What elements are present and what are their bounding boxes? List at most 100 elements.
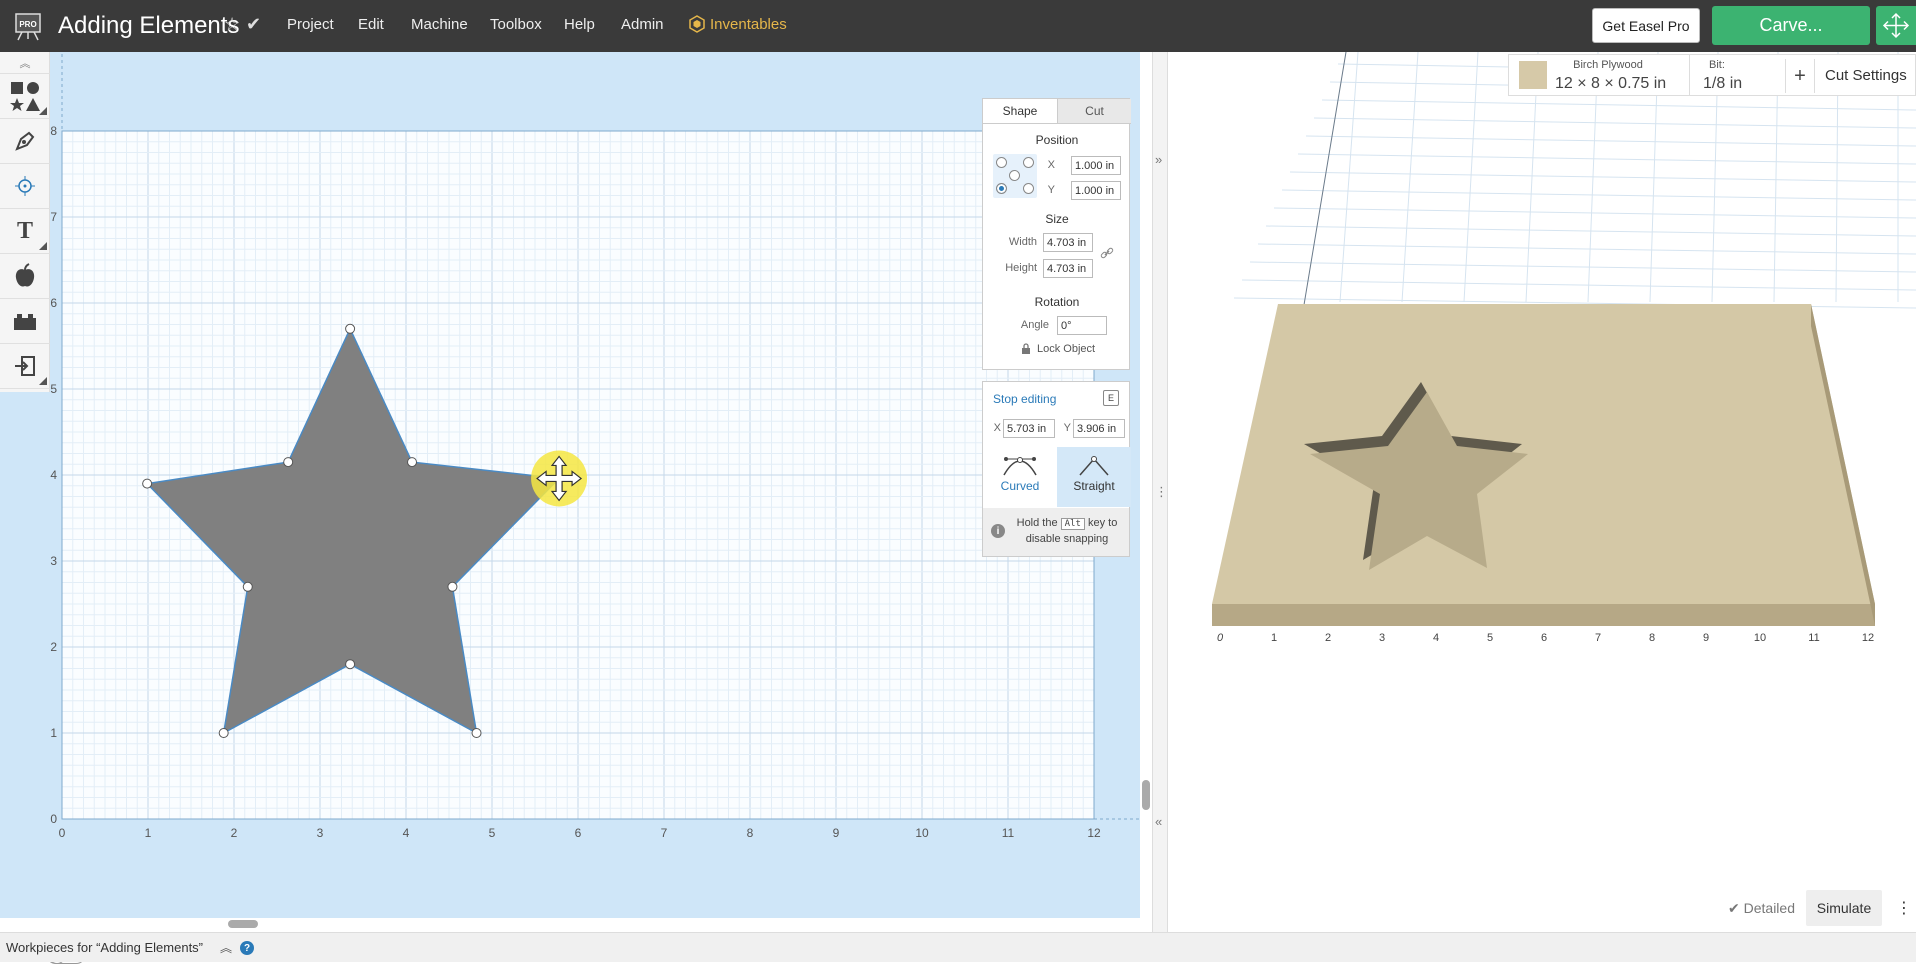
preview-x-tick-label: 7 (1595, 632, 1601, 644)
detailed-label: Detailed (1743, 900, 1795, 916)
node-edit-panel: Stop editing E X Y Curved Straight i Hol… (982, 381, 1131, 557)
preview-x-tick-label: 9 (1703, 632, 1709, 644)
position-title: Position (1035, 133, 1079, 147)
pen-icon (15, 131, 35, 151)
collapse-toolbar-button[interactable]: ︽ (0, 52, 50, 74)
x-tick-label: 2 (231, 826, 238, 840)
design-canvas[interactable]: 0123456789101112012345678 inch mm − + (0, 52, 1140, 964)
menu-machine[interactable]: Machine (411, 16, 468, 33)
preview-panel[interactable]: 0 1 2 3 4 5 6 7 8 9 10 11 12 (1168, 52, 1916, 932)
node-handle (447, 581, 458, 592)
project-title[interactable]: Adding Elements (58, 12, 239, 40)
panel-divider[interactable]: » ⋮ « (1152, 52, 1168, 932)
stop-editing-link[interactable]: Stop editing (993, 392, 1056, 406)
inventables-link[interactable]: Inventables (710, 16, 787, 33)
curved-node-button[interactable]: Curved (983, 447, 1057, 507)
menu-toolbox[interactable]: Toolbox (490, 16, 542, 33)
width-input[interactable] (1043, 233, 1093, 252)
material-swatch[interactable] (1519, 61, 1547, 89)
pen-tool[interactable] (0, 119, 50, 164)
favorite-star-icon[interactable]: ☆ (224, 14, 240, 35)
text-icon: T (16, 217, 33, 244)
material-dimensions[interactable]: 12 × 8 × 0.75 in (1555, 75, 1666, 93)
icons-tool[interactable] (0, 254, 50, 299)
tool-bar: ︽ T (0, 52, 50, 392)
x-tick-label: 0 (59, 826, 66, 840)
position-y-input[interactable] (1071, 181, 1121, 200)
workpieces-label[interactable]: Workpieces for “Adding Elements” (6, 940, 203, 955)
alt-key-badge: Alt (1060, 518, 1085, 530)
cut-settings-button[interactable]: Cut Settings (1825, 67, 1907, 84)
node-y-input[interactable] (1073, 419, 1125, 438)
workpieces-bar: Workpieces for “Adding Elements” ︽ ? (0, 932, 1916, 962)
expand-arrows-icon (1882, 12, 1910, 39)
anchor-top-left[interactable] (996, 157, 1007, 168)
text-tool[interactable]: T (0, 209, 50, 254)
carve-options-button[interactable] (1876, 6, 1916, 45)
position-x-input[interactable] (1071, 156, 1121, 175)
bit-size[interactable]: 1/8 in (1703, 75, 1742, 93)
x-tick-label: 6 (575, 826, 582, 840)
position-y-label: Y (1047, 184, 1055, 196)
angle-input[interactable] (1057, 316, 1107, 335)
preview-x-tick-label: 11 (1808, 632, 1819, 644)
lock-object-label: Lock Object (1037, 343, 1096, 355)
anchor-top-right[interactable] (1023, 157, 1034, 168)
saved-check-icon: ✔ (246, 14, 262, 34)
expand-right-icon[interactable]: » (1155, 152, 1162, 167)
position-x-label: X (1047, 159, 1055, 171)
easel-pro-logo[interactable]: PRO (12, 10, 44, 42)
x-tick-label: 11 (1002, 826, 1015, 840)
add-bit-button[interactable]: + (1785, 59, 1815, 93)
menu-project[interactable]: Project (287, 16, 334, 33)
y-tick-label: 7 (50, 210, 57, 224)
help-icon[interactable]: ? (240, 941, 254, 955)
canvas-grid[interactable]: 0 1 2 3 4 5 6 7 8 9 10 11 12012345678 (0, 52, 1140, 918)
x-tick-label: 5 (489, 826, 496, 840)
canvas-vertical-scrollbar[interactable] (1142, 780, 1150, 810)
board-front-face (1212, 604, 1875, 626)
chevron-up-icon[interactable]: ︽ (220, 939, 232, 956)
anchor-point-selector[interactable] (993, 154, 1037, 198)
menu-help[interactable]: Help (564, 16, 595, 33)
menu-admin[interactable]: Admin (621, 16, 664, 33)
3d-preview[interactable]: 0 1 2 3 4 5 6 7 8 9 10 11 12 (1168, 52, 1916, 932)
carve-button[interactable]: Carve... (1712, 6, 1870, 45)
anchor-bottom-right[interactable] (1023, 183, 1034, 194)
tab-shape[interactable]: Shape (983, 99, 1057, 124)
curved-node-icon (1003, 457, 1037, 476)
detailed-toggle[interactable]: ✔ Detailed (1728, 900, 1795, 917)
simulate-button[interactable]: Simulate (1806, 890, 1882, 926)
more-options-icon[interactable]: ⋮ (1896, 898, 1912, 918)
crosshair-icon (15, 176, 35, 196)
straight-node-button[interactable]: Straight (1057, 447, 1131, 507)
expand-left-icon[interactable]: « (1155, 814, 1162, 829)
canvas-horizontal-scrollbar[interactable] (228, 920, 258, 928)
check-icon: ✔ (1728, 900, 1740, 916)
x-tick-label: 9 (833, 826, 840, 840)
anchor-bottom-left[interactable] (996, 183, 1007, 194)
node-x-input[interactable] (1003, 419, 1055, 438)
tab-cut[interactable]: Cut (1057, 99, 1131, 124)
link-proportions-icon[interactable] (1099, 245, 1115, 261)
height-input[interactable] (1043, 259, 1093, 278)
snapping-hint-text: Hold the Alt key to disable snapping (1011, 516, 1123, 547)
svg-text:PRO: PRO (19, 20, 36, 29)
menu-edit[interactable]: Edit (358, 16, 384, 33)
point-tool[interactable] (0, 164, 50, 209)
anchor-center[interactable] (1009, 170, 1020, 181)
apple-icon (15, 263, 35, 287)
drag-handle-icon[interactable]: ⋮ (1155, 484, 1168, 500)
import-tool[interactable] (0, 344, 50, 389)
apps-tool[interactable] (0, 299, 50, 344)
rotation-title: Rotation (1034, 295, 1080, 309)
y-tick-label: 5 (50, 382, 57, 396)
y-tick-label: 2 (50, 640, 57, 654)
material-name[interactable]: Birch Plywood (1555, 59, 1661, 71)
shapes-tool[interactable] (0, 74, 50, 119)
preview-x-tick-label: 2 (1325, 632, 1331, 644)
get-easel-pro-button[interactable]: Get Easel Pro (1592, 8, 1700, 43)
lock-object-toggle[interactable]: Lock Object (1021, 343, 1095, 355)
node-handle (142, 478, 153, 489)
preview-x-tick-label: 10 (1754, 632, 1766, 644)
